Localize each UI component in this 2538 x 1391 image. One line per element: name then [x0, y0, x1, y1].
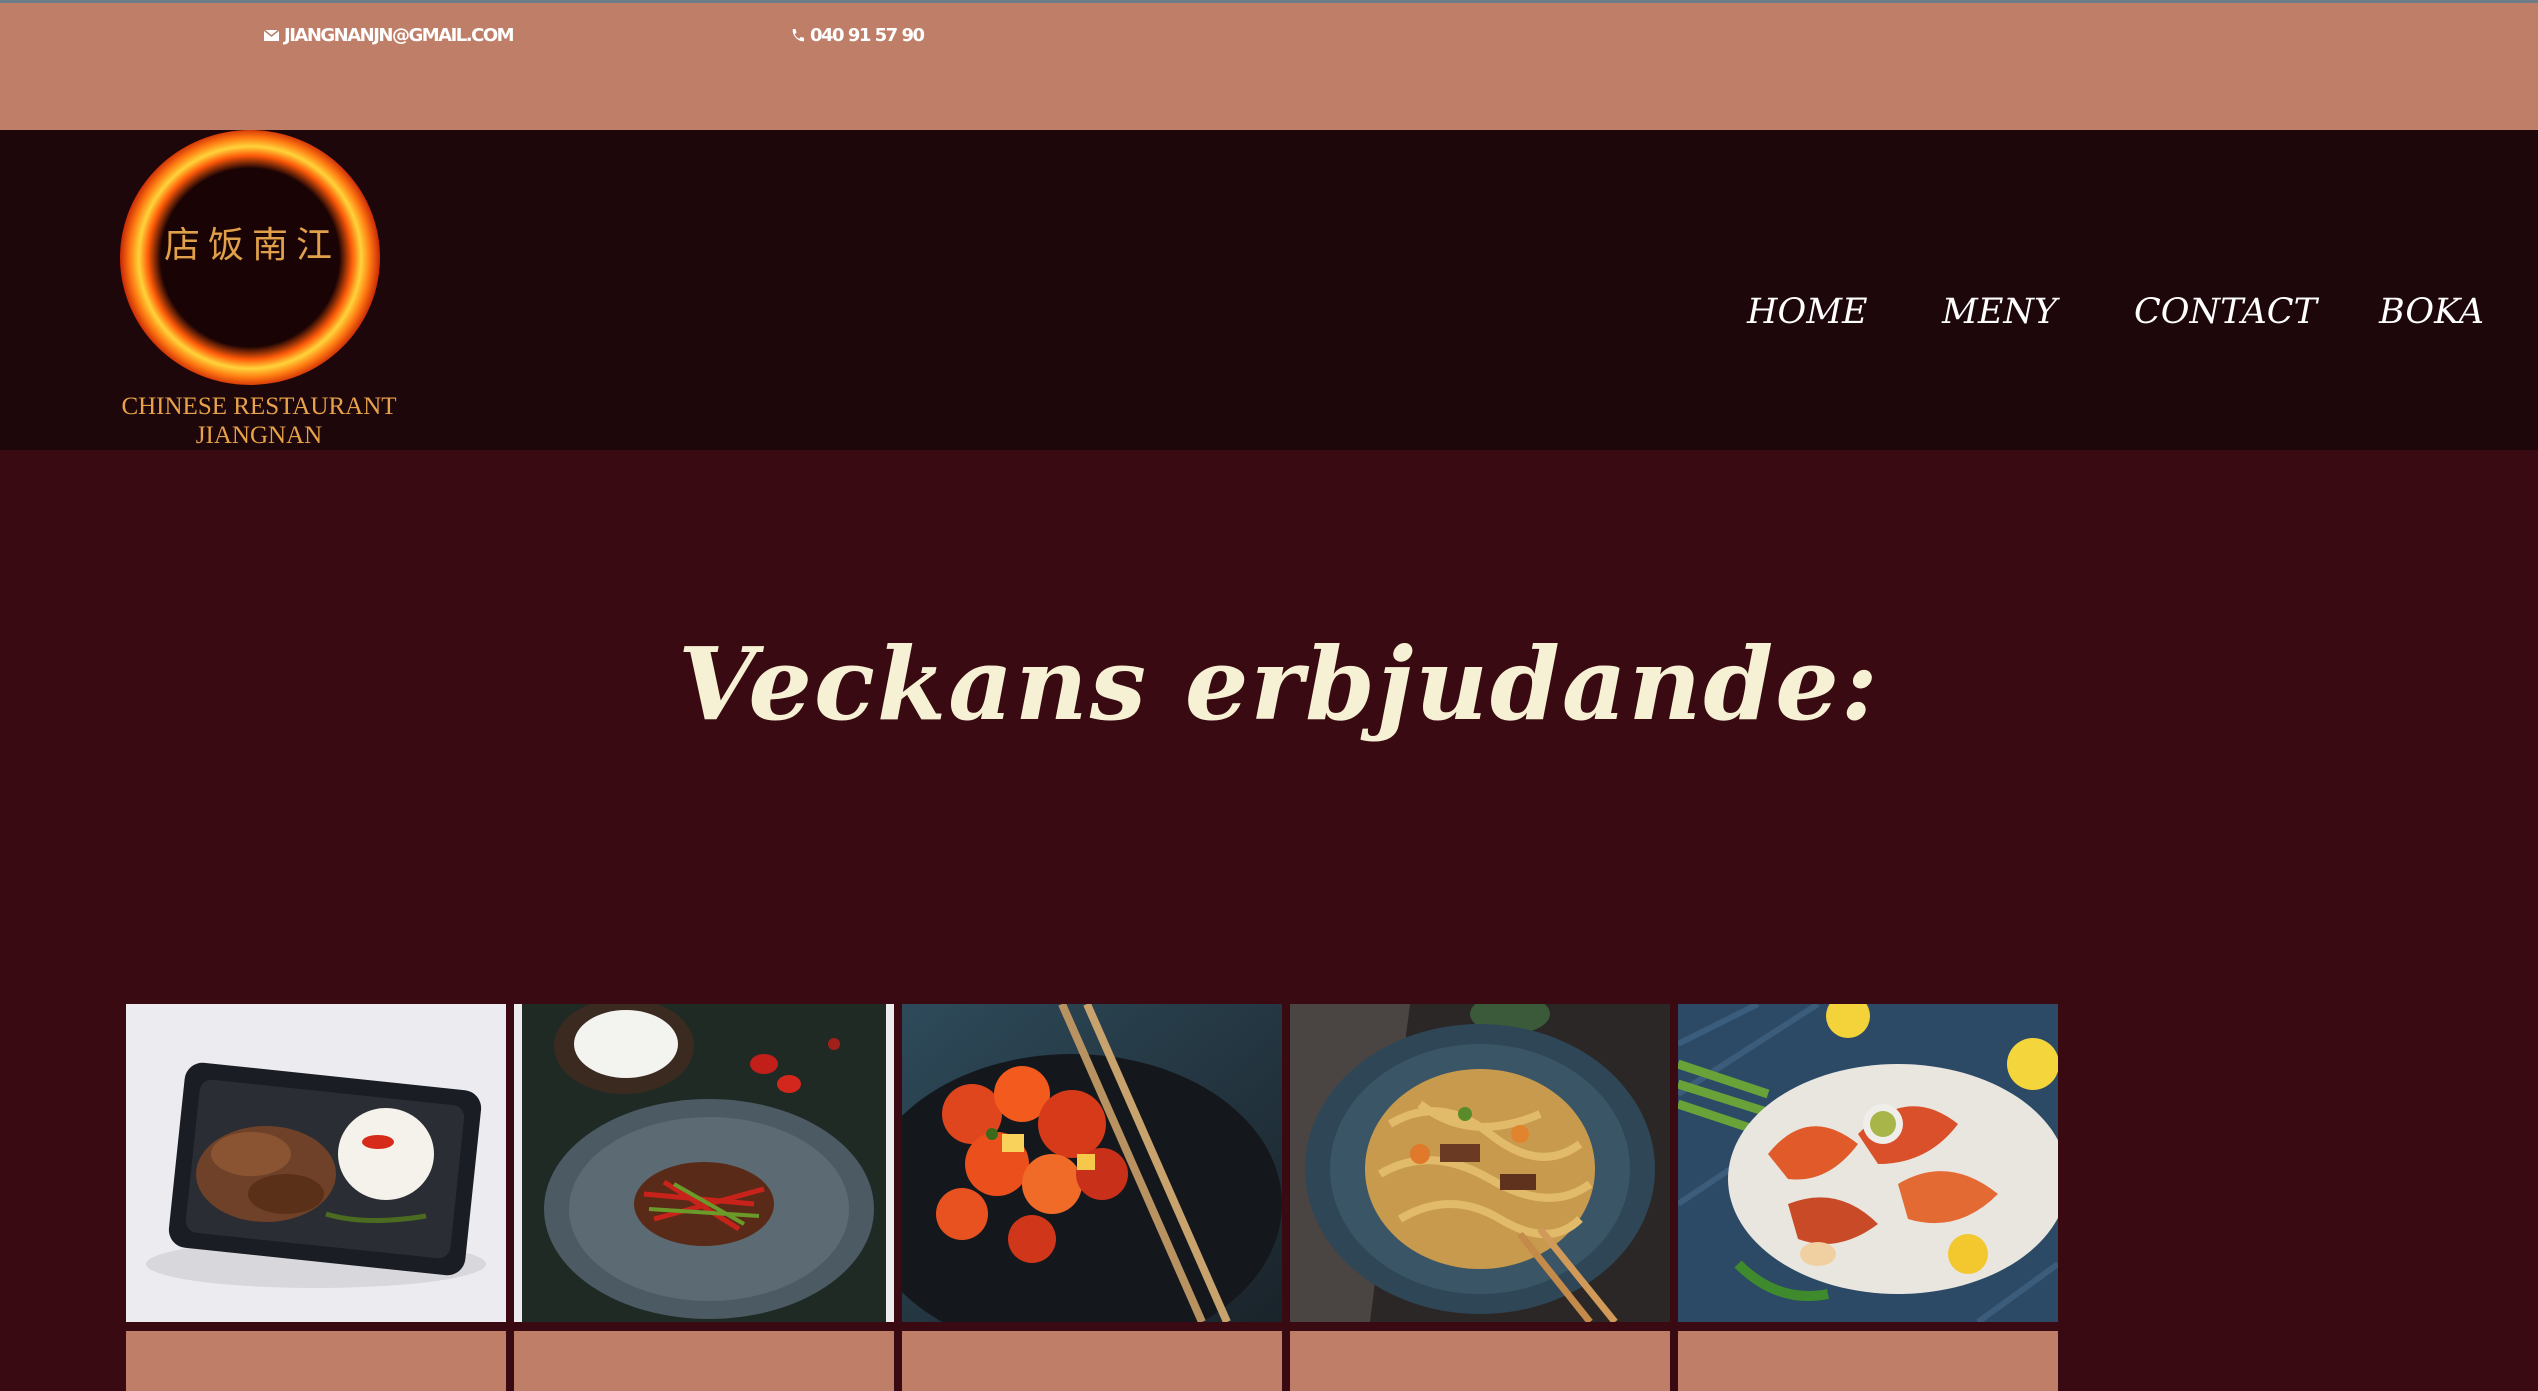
page-title: Veckans erbjudande:	[678, 625, 1880, 743]
nav-boka[interactable]: BOKA	[2379, 292, 2484, 332]
envelope-icon	[264, 30, 279, 41]
udon-noodles-dish-image[interactable]	[1290, 1004, 1670, 1322]
email-text[interactable]: JIANGNANJN@GMAIL.COM	[284, 25, 515, 46]
offer-caption	[126, 1331, 506, 1391]
offer-caption	[902, 1331, 1282, 1391]
top-contact-bar: JIANGNANJN@GMAIL.COM 040 91 57 90	[0, 3, 2538, 130]
nav-contact[interactable]: CONTACT	[2134, 292, 2317, 332]
offer-caption	[1290, 1331, 1670, 1391]
logo-chinese-name: 店饭南江	[163, 225, 340, 266]
logo-text-line2: JIANGNAN	[195, 422, 323, 449]
logo-text-line1: CHINESE RESTAURANT	[121, 393, 397, 420]
phone-text[interactable]: 040 91 57 90	[810, 25, 925, 46]
offer-caption	[514, 1331, 894, 1391]
beef-stir-fry-dish-image[interactable]	[514, 1004, 894, 1322]
duck-rice-dish-image[interactable]	[126, 1004, 506, 1322]
restaurant-logo[interactable]: 店饭南江 CHINESE RESTAURANT JIANGNAN	[110, 130, 410, 455]
offer-caption	[1678, 1331, 2058, 1391]
sweet-sour-pork-dish-image[interactable]	[902, 1004, 1282, 1322]
phone-contact[interactable]: 040 91 57 90	[790, 25, 925, 46]
email-contact[interactable]: JIANGNANJN@GMAIL.COM	[264, 25, 515, 46]
seafood-platter-dish-image[interactable]	[1678, 1004, 2058, 1322]
logo-text: CHINESE RESTAURANT JIANGNAN	[110, 392, 408, 450]
phone-icon	[790, 28, 805, 43]
nav-meny[interactable]: MENY	[1942, 292, 2057, 332]
nav-home[interactable]: HOME	[1747, 292, 1868, 332]
